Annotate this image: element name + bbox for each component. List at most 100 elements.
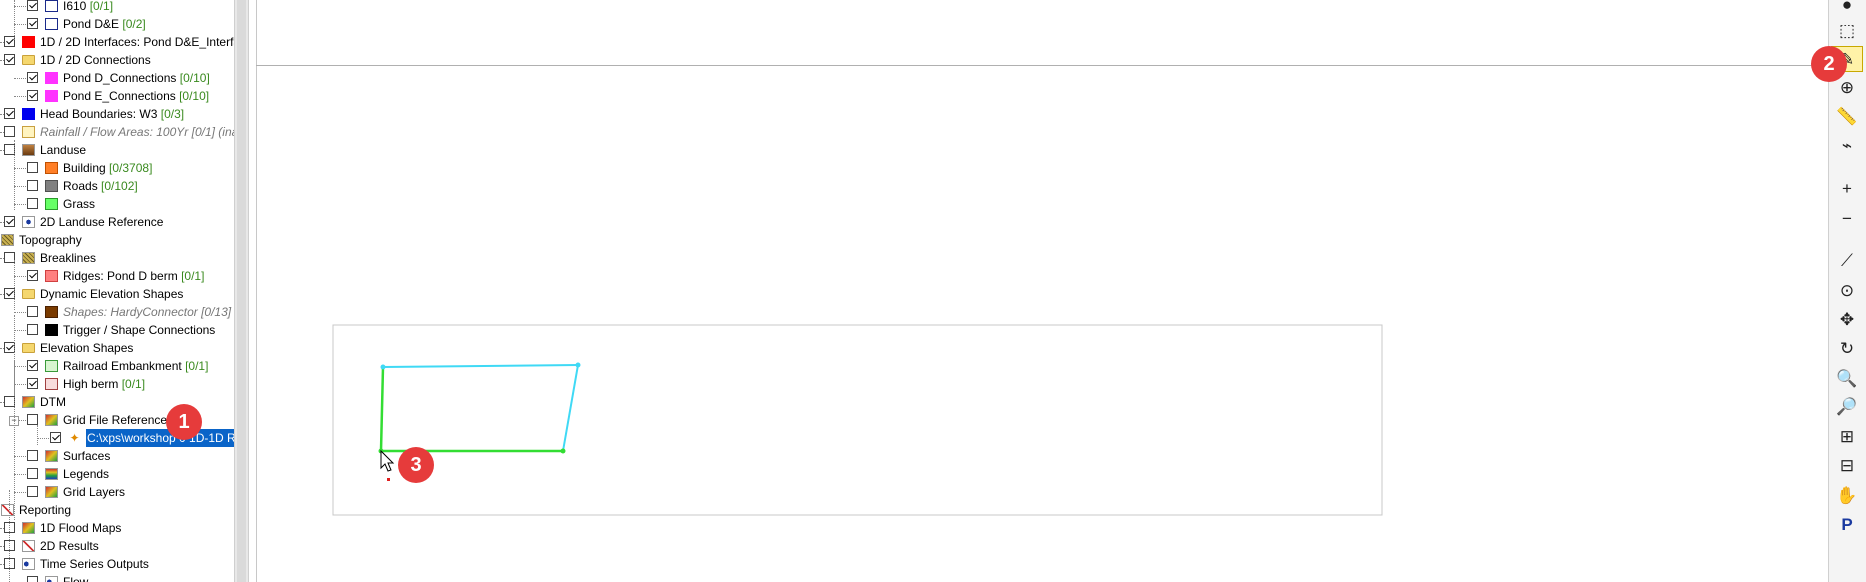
tree-row-label: Reporting <box>19 503 72 517</box>
layer-swatch-icon <box>45 162 58 174</box>
step-badge-2: 2 <box>1811 46 1847 82</box>
layer-swatch-icon <box>45 72 58 84</box>
layer-checkbox[interactable] <box>27 378 38 389</box>
tree-row[interactable]: Surfaces <box>0 447 234 465</box>
layer-checkbox[interactable] <box>27 576 38 582</box>
feature-count: [0/10] <box>179 89 210 103</box>
tree-row[interactable]: Pond E_Connections [0/10] <box>0 87 234 105</box>
tree-row[interactable]: Grid Layers <box>0 483 234 501</box>
layer-checkbox[interactable] <box>27 324 38 335</box>
move-icon[interactable]: ✥ <box>1831 307 1863 333</box>
tree-row-label: Surfaces <box>63 449 111 463</box>
tree-row[interactable]: Shapes: HardyConnector [0/13] (in <box>0 303 234 321</box>
layer-checkbox[interactable] <box>4 54 15 65</box>
zoom-window-in-icon[interactable]: ⊞ <box>1831 424 1863 450</box>
tree-row[interactable]: 1D / 2D Interfaces: Pond D&E_Interface <box>0 33 234 51</box>
tree-row[interactable]: Elevation Shapes <box>0 339 234 357</box>
select-all-nodes-icon[interactable]: ⊙ <box>1831 278 1863 304</box>
tree-row[interactable]: Breaklines <box>0 249 234 267</box>
tree-row[interactable]: 1D / 2D Connections <box>0 51 234 69</box>
tree-row[interactable]: I610 [0/1] <box>0 0 234 15</box>
tree-row[interactable]: Landuse <box>0 141 234 159</box>
tree-row-label: Ridges: Pond D berm [0/1] <box>63 269 205 283</box>
layer-checkbox[interactable] <box>27 72 38 83</box>
tree-row[interactable]: Pond D_Connections [0/10] <box>0 69 234 87</box>
zoom-in-icon[interactable]: 🔍 <box>1831 366 1863 392</box>
refresh-icon[interactable]: ↻ <box>1831 336 1863 362</box>
tree-row-label: Legends <box>63 467 110 481</box>
layer-swatch-icon <box>45 306 58 318</box>
layer-swatch-icon <box>45 0 58 12</box>
tree-row[interactable]: 2D Results <box>0 537 234 555</box>
tree-row[interactable]: 1D Flood Maps <box>0 519 234 537</box>
layer-swatch-icon <box>22 126 35 138</box>
layer-checkbox[interactable] <box>4 126 15 137</box>
tree-row[interactable]: High berm [0/1] <box>0 375 234 393</box>
grid-icon <box>45 486 58 498</box>
tree-row[interactable]: Pond D&E [0/2] <box>0 15 234 33</box>
layer-checkbox[interactable] <box>27 450 38 461</box>
layer-checkbox[interactable] <box>27 468 38 479</box>
tree-row[interactable]: Rainfall / Flow Areas: 100Yr [0/1] (inac… <box>0 123 234 141</box>
layer-checkbox[interactable] <box>27 90 38 101</box>
layer-swatch-icon <box>22 36 35 48</box>
tree-row-label: 2D Landuse Reference <box>40 215 164 229</box>
remove-vertex-icon[interactable]: − <box>1831 206 1863 232</box>
camera-icon[interactable]: ● <box>1831 0 1863 18</box>
grid-icon <box>45 450 58 462</box>
layer-checkbox[interactable] <box>27 270 38 281</box>
tree-row[interactable]: Time Series Outputs <box>0 555 234 573</box>
tree-guide-line <box>14 360 15 420</box>
feature-count: [0/2] <box>122 17 146 31</box>
layer-checkbox[interactable] <box>4 108 15 119</box>
tree-row[interactable]: Trigger / Shape Connections <box>0 321 234 339</box>
tree-row[interactable]: Grass <box>0 195 234 213</box>
layer-checkbox[interactable] <box>50 432 61 443</box>
map-canvas[interactable] <box>256 0 1829 582</box>
select-icon[interactable]: ⬚ <box>1831 18 1863 44</box>
tree-guide-line <box>14 0 15 40</box>
tree-row[interactable]: Building [0/3708] <box>0 159 234 177</box>
layer-checkbox[interactable] <box>27 0 38 11</box>
feature-count: [0/3708] <box>109 161 153 175</box>
tree-row[interactable]: Roads [0/102] <box>0 177 234 195</box>
tree-row[interactable]: Reporting <box>0 501 234 519</box>
tree-row[interactable]: DTM <box>0 393 234 411</box>
layer-checkbox[interactable] <box>27 162 38 173</box>
tree-row[interactable]: Railroad Embankment [0/1] <box>0 357 234 375</box>
layer-checkbox[interactable] <box>27 198 38 209</box>
layer-swatch-icon <box>45 360 58 372</box>
topography-icon <box>1 234 14 246</box>
layer-checkbox[interactable] <box>27 414 38 425</box>
tree-row-label: C:\xps\workshop 0 1D-1D Riv <box>86 429 234 447</box>
layer-checkbox[interactable] <box>27 306 38 317</box>
ruler-icon[interactable]: 📏 <box>1831 104 1863 130</box>
panel-splitter[interactable] <box>234 0 249 582</box>
tree-row-label: 2D Results <box>40 539 99 553</box>
add-vertex-icon[interactable]: + <box>1831 176 1863 202</box>
layer-checkbox[interactable] <box>27 18 38 29</box>
tree-row[interactable]: Ridges: Pond D berm [0/1] <box>0 267 234 285</box>
tree-guide-line <box>9 490 10 582</box>
tree-row[interactable]: 2D Landuse Reference <box>0 213 234 231</box>
tree-row-label: Dynamic Elevation Shapes <box>40 287 184 301</box>
layer-checkbox[interactable] <box>27 180 38 191</box>
layer-checkbox[interactable] <box>4 216 15 227</box>
profile-icon[interactable]: ⌁ <box>1831 133 1863 159</box>
properties-icon[interactable]: P <box>1831 512 1863 538</box>
layer-checkbox[interactable] <box>27 360 38 371</box>
zoom-window-out-icon[interactable]: ⊟ <box>1831 453 1863 479</box>
layer-checkbox[interactable] <box>27 486 38 497</box>
topography-icon <box>22 252 35 264</box>
tree-row[interactable]: Head Boundaries: W3 [0/3] <box>0 105 234 123</box>
tree-row-label: Grid Layers <box>63 485 126 499</box>
reference-icon <box>22 216 35 228</box>
tree-row[interactable]: Flow <box>0 573 234 582</box>
zoom-out-icon[interactable]: 🔎 <box>1831 394 1863 420</box>
select-all-links-icon[interactable]: ⟋ <box>1831 248 1863 274</box>
pan-icon[interactable]: ✋ <box>1831 483 1863 509</box>
layer-tree[interactable]: I610 [0/1] Pond D&E [0/2] 1D / 2D Interfac… <box>0 0 234 582</box>
tree-row[interactable]: Topography <box>0 231 234 249</box>
tree-row[interactable]: Legends <box>0 465 234 483</box>
tree-row[interactable]: Dynamic Elevation Shapes <box>0 285 234 303</box>
